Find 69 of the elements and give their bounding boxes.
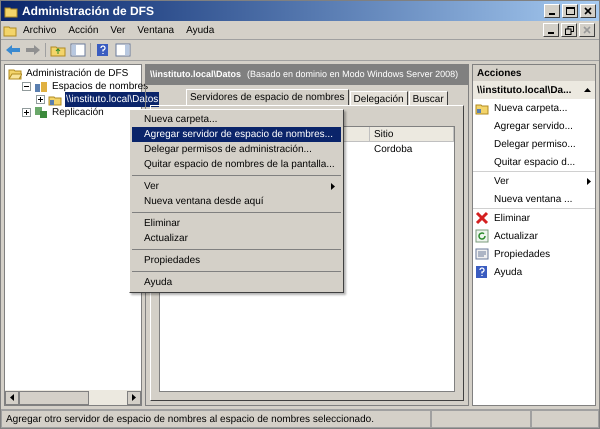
namespace-mode: (Basado en dominio en Modo Windows Server 2008) — [247, 68, 458, 82]
actions-section-header[interactable]: \\instituto.local\Da... — [473, 81, 595, 99]
menu-item[interactable]: Ver — [104, 22, 132, 38]
delete-x-icon — [475, 211, 489, 225]
tree-item[interactable]: Administración de DFS — [25, 66, 130, 81]
refresh-icon — [475, 229, 489, 243]
action-link[interactable]: Actualizar — [494, 228, 538, 244]
menu-item[interactable]: Ayuda — [180, 22, 220, 38]
replication-icon — [34, 106, 48, 119]
collapse-icon[interactable] — [22, 82, 31, 91]
action-link[interactable]: Delegar permiso... — [494, 136, 576, 152]
context-menu-item[interactable]: Actualizar — [132, 231, 341, 246]
context-menu-item[interactable]: Agregar servidor de espacio de nombres... — [132, 127, 341, 142]
namespace-title: \\instituto.local\Datos — [150, 68, 242, 82]
menu-item[interactable]: Archivo — [17, 22, 62, 38]
tree-item[interactable]: Espacios de nombres — [51, 79, 150, 94]
context-menu-item[interactable]: Quitar espacio de nombres de la pantalla... — [132, 157, 341, 172]
column-header[interactable]: Sitio — [370, 127, 454, 141]
minimize-button[interactable] — [543, 23, 559, 37]
tab[interactable]: Buscar — [408, 91, 448, 105]
close-icon — [584, 7, 592, 15]
scroll-right-icon[interactable] — [127, 390, 141, 404]
action-link[interactable]: Quitar espacio d... — [494, 154, 576, 170]
tab[interactable]: Delegación — [350, 91, 408, 105]
action-link[interactable]: Nueva carpeta... — [494, 100, 568, 116]
maximize-button[interactable] — [562, 4, 578, 18]
context-menu-item[interactable]: Propiedades — [132, 253, 341, 268]
action-link[interactable]: Ayuda — [494, 264, 522, 280]
table-cell-text: Cordoba — [373, 143, 414, 157]
expand-icon[interactable] — [36, 95, 45, 104]
maximize-icon — [566, 7, 574, 15]
tree-item[interactable]: \\instituto.local\Datos — [65, 92, 160, 107]
action-link[interactable]: Ver — [494, 174, 510, 188]
restore-button[interactable] — [561, 23, 577, 37]
help-icon[interactable] — [95, 43, 111, 57]
context-menu-item[interactable]: Eliminar — [132, 216, 341, 231]
close-icon — [583, 26, 591, 34]
pane-toggle-icon[interactable] — [115, 43, 131, 57]
action-link[interactable]: Eliminar — [494, 210, 530, 226]
actions-title: Acciones — [473, 65, 595, 81]
window-title: Administración de DFS — [22, 3, 154, 20]
tree-item[interactable]: Replicación — [51, 105, 105, 120]
restore-icon — [564, 26, 574, 34]
context-menu-item[interactable]: Delegar permisos de administración... — [132, 142, 341, 157]
context-menu-item[interactable]: Ver — [132, 179, 341, 194]
action-link[interactable]: Agregar servido... — [494, 118, 573, 134]
action-link[interactable]: Nueva ventana ... — [494, 192, 572, 206]
menu-item[interactable]: Acción — [62, 22, 104, 38]
scroll-left-icon[interactable] — [5, 390, 19, 404]
submenu-arrow-icon — [587, 178, 591, 184]
help-icon — [475, 265, 489, 279]
collapse-arrow-icon — [584, 88, 591, 92]
context-menu-item[interactable]: Nueva ventana desde aquí — [132, 194, 341, 209]
action-link[interactable]: Propiedades — [494, 246, 550, 262]
tab[interactable]: Servidores de espacio de nombres — [186, 89, 349, 105]
close-button[interactable] — [580, 4, 596, 18]
context-menu-item[interactable]: Ayuda — [132, 275, 341, 290]
scroll-thumb[interactable] — [19, 390, 89, 404]
minimize-button[interactable] — [544, 4, 560, 18]
status-text: Agregar otro servidor de espacio de nombres al espacio de nombres seleccionado. — [1, 410, 431, 428]
pane-toggle-icon[interactable] — [70, 43, 86, 57]
context-menu-item[interactable]: Nueva carpeta... — [132, 112, 341, 127]
servers-icon — [34, 80, 48, 93]
close-button[interactable] — [579, 23, 595, 37]
submenu-arrow-icon — [330, 183, 335, 190]
properties-icon — [475, 247, 489, 261]
expand-icon[interactable] — [22, 108, 31, 117]
horizontal-scrollbar[interactable] — [5, 390, 141, 405]
menu-item[interactable]: Ventana — [131, 22, 180, 38]
